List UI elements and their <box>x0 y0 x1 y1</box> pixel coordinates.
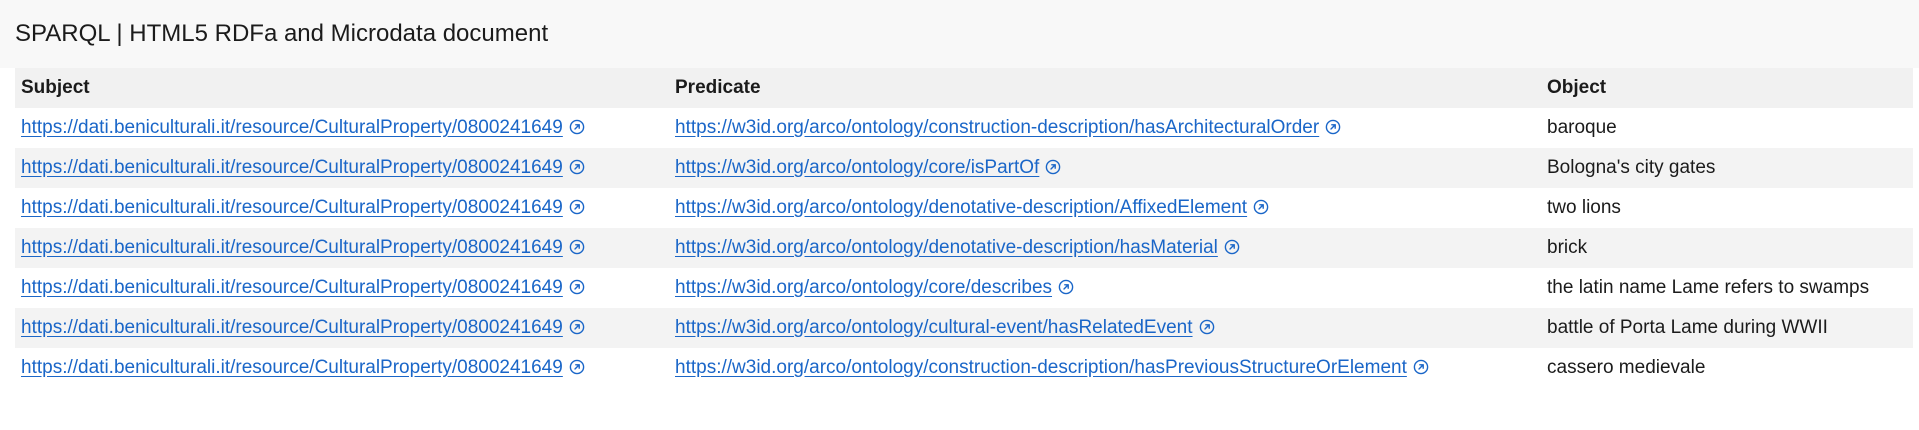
external-link-icon[interactable] <box>1325 119 1341 135</box>
external-link-icon[interactable] <box>1224 239 1240 255</box>
predicate-cell: https://w3id.org/arco/ontology/denotativ… <box>669 188 1541 228</box>
table-row: https://dati.beniculturali.it/resource/C… <box>15 108 1913 148</box>
predicate-column-header: Predicate <box>675 77 761 98</box>
external-link-icon[interactable] <box>1199 319 1215 335</box>
table-body: https://dati.beniculturali.it/resource/C… <box>15 108 1913 388</box>
object-value: cassero medievale <box>1547 357 1706 378</box>
external-link-icon[interactable] <box>569 159 585 175</box>
object-cell: baroque <box>1541 108 1913 148</box>
table-row: https://dati.beniculturali.it/resource/C… <box>15 228 1913 268</box>
subject-link[interactable]: https://dati.beniculturali.it/resource/C… <box>21 117 563 138</box>
triples-table: Subject Predicate Object https://dati.be… <box>15 68 1913 388</box>
predicate-cell: https://w3id.org/arco/ontology/construct… <box>669 348 1541 388</box>
external-link-icon[interactable] <box>569 199 585 215</box>
subject-cell: https://dati.beniculturali.it/resource/C… <box>15 348 669 388</box>
table-header-row: Subject Predicate Object <box>15 68 1913 108</box>
object-cell: cassero medievale <box>1541 348 1913 388</box>
object-cell: the latin name Lame refers to swamps <box>1541 268 1913 308</box>
subject-cell: https://dati.beniculturali.it/resource/C… <box>15 108 669 148</box>
object-cell: brick <box>1541 228 1913 268</box>
predicate-link[interactable]: https://w3id.org/arco/ontology/cultural-… <box>675 317 1193 338</box>
table-row: https://dati.beniculturali.it/resource/C… <box>15 188 1913 228</box>
object-value: the latin name Lame refers to swamps <box>1547 277 1870 298</box>
subject-cell: https://dati.beniculturali.it/resource/C… <box>15 308 669 348</box>
external-link-icon[interactable] <box>1045 159 1061 175</box>
subject-column-header: Subject <box>21 77 90 98</box>
table-row: https://dati.beniculturali.it/resource/C… <box>15 308 1913 348</box>
object-column-header: Object <box>1547 77 1607 98</box>
object-value: brick <box>1547 237 1588 258</box>
predicate-link[interactable]: https://w3id.org/arco/ontology/construct… <box>675 117 1319 138</box>
subject-link[interactable]: https://dati.beniculturali.it/resource/C… <box>21 237 563 258</box>
subject-cell: https://dati.beniculturali.it/resource/C… <box>15 228 669 268</box>
subject-link[interactable]: https://dati.beniculturali.it/resource/C… <box>21 317 563 338</box>
external-link-icon[interactable] <box>1413 359 1429 375</box>
predicate-link[interactable]: https://w3id.org/arco/ontology/core/isPa… <box>675 157 1039 178</box>
page-title: SPARQL | HTML5 RDFa and Microdata docume… <box>15 20 549 47</box>
predicate-cell: https://w3id.org/arco/ontology/denotativ… <box>669 228 1541 268</box>
subject-cell: https://dati.beniculturali.it/resource/C… <box>15 148 669 188</box>
external-link-icon[interactable] <box>569 119 585 135</box>
external-link-icon[interactable] <box>569 359 585 375</box>
object-cell: two lions <box>1541 188 1913 228</box>
external-link-icon[interactable] <box>569 319 585 335</box>
external-link-icon[interactable] <box>569 239 585 255</box>
external-link-icon[interactable] <box>1058 279 1074 295</box>
table-row: https://dati.beniculturali.it/resource/C… <box>15 268 1913 308</box>
object-cell: Bologna's city gates <box>1541 148 1913 188</box>
table-row: https://dati.beniculturali.it/resource/C… <box>15 348 1913 388</box>
predicate-cell: https://w3id.org/arco/ontology/core/desc… <box>669 268 1541 308</box>
predicate-link[interactable]: https://w3id.org/arco/ontology/construct… <box>675 357 1407 378</box>
predicate-cell: https://w3id.org/arco/ontology/construct… <box>669 108 1541 148</box>
external-link-icon[interactable] <box>1253 199 1269 215</box>
predicate-link[interactable]: https://w3id.org/arco/ontology/denotativ… <box>675 197 1247 218</box>
predicate-cell: https://w3id.org/arco/ontology/cultural-… <box>669 308 1541 348</box>
object-cell: battle of Porta Lame during WWII <box>1541 308 1913 348</box>
subject-link[interactable]: https://dati.beniculturali.it/resource/C… <box>21 157 563 178</box>
subject-cell: https://dati.beniculturali.it/resource/C… <box>15 268 669 308</box>
page-header: SPARQL | HTML5 RDFa and Microdata docume… <box>0 0 1919 68</box>
subject-link[interactable]: https://dati.beniculturali.it/resource/C… <box>21 277 563 298</box>
object-value: baroque <box>1547 117 1617 138</box>
object-value: battle of Porta Lame during WWII <box>1547 317 1828 338</box>
predicate-cell: https://w3id.org/arco/ontology/core/isPa… <box>669 148 1541 188</box>
subject-cell: https://dati.beniculturali.it/resource/C… <box>15 188 669 228</box>
external-link-icon[interactable] <box>569 279 585 295</box>
object-value: Bologna's city gates <box>1547 157 1716 178</box>
subject-link[interactable]: https://dati.beniculturali.it/resource/C… <box>21 197 563 218</box>
predicate-link[interactable]: https://w3id.org/arco/ontology/denotativ… <box>675 237 1218 258</box>
object-value: two lions <box>1547 197 1621 218</box>
predicate-link[interactable]: https://w3id.org/arco/ontology/core/desc… <box>675 277 1052 298</box>
subject-link[interactable]: https://dati.beniculturali.it/resource/C… <box>21 357 563 378</box>
table-row: https://dati.beniculturali.it/resource/C… <box>15 148 1913 188</box>
